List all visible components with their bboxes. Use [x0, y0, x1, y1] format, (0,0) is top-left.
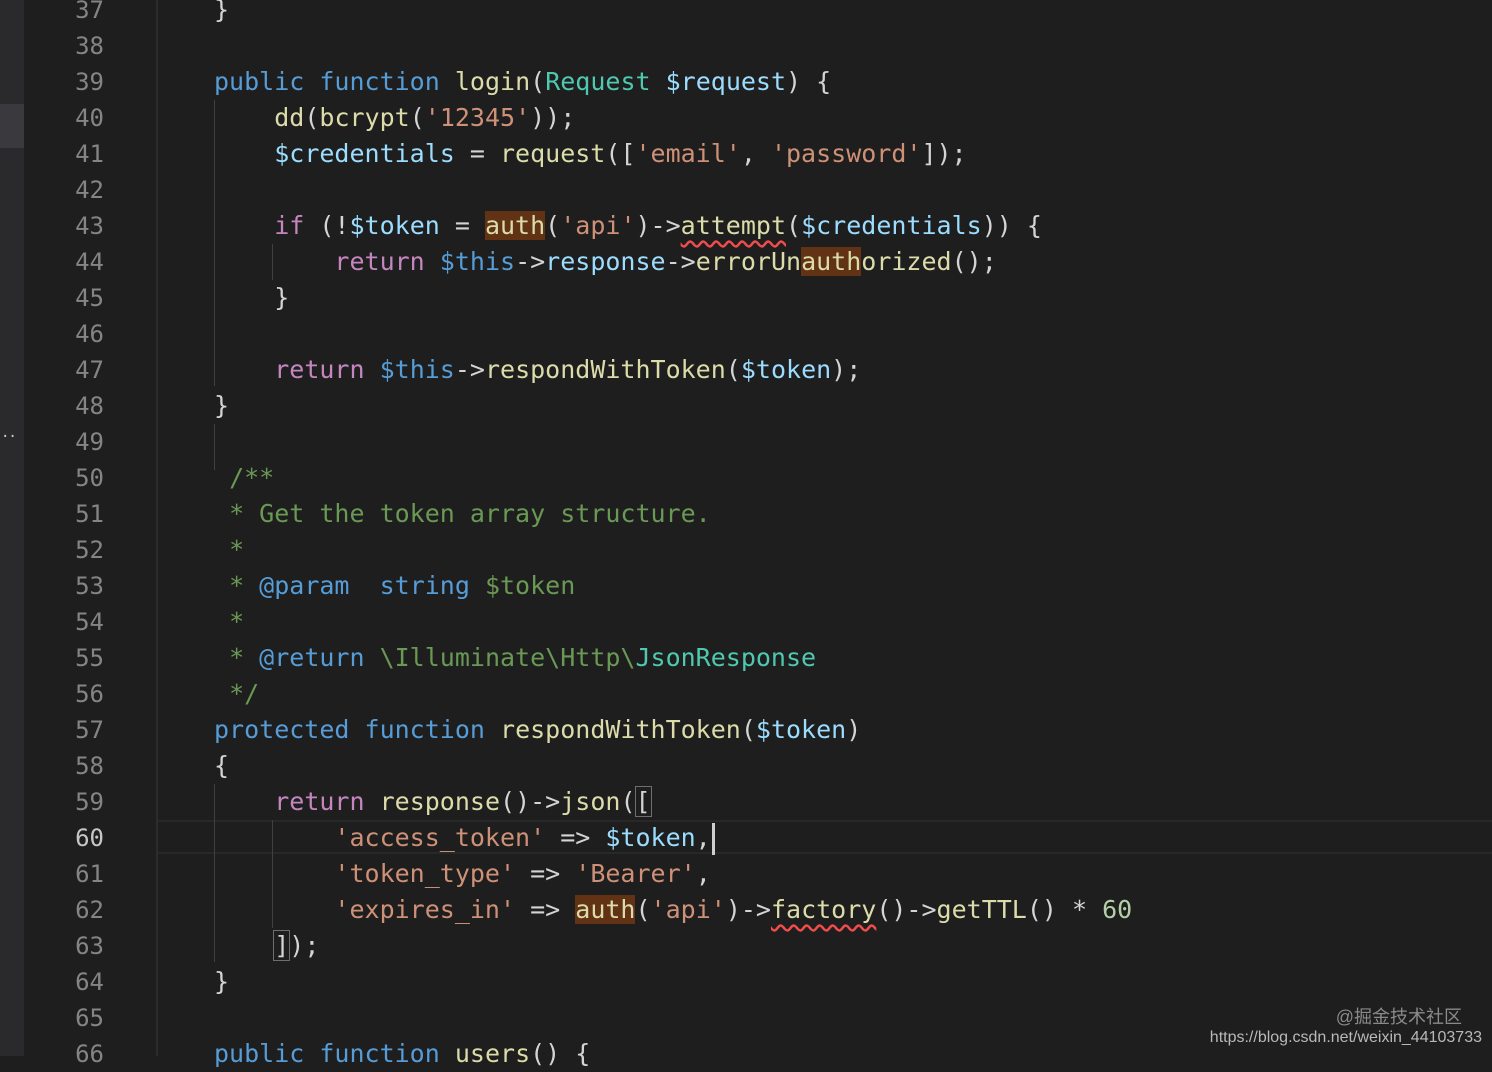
- line-number: 50: [75, 464, 104, 492]
- line-number: 57: [75, 716, 104, 744]
- code-line-48: }: [214, 391, 230, 420]
- text-cursor: [711, 823, 715, 855]
- word-highlight: auth: [484, 211, 546, 240]
- activity-bar: ··: [0, 0, 24, 1056]
- gutter-separator: [156, 0, 158, 1056]
- code-line-56: */: [229, 679, 260, 708]
- code-line-55: * @return \Illuminate\Http\JsonResponse: [229, 643, 817, 672]
- code-line-51: * Get the token array structure.: [229, 499, 711, 528]
- line-number: 65: [75, 1004, 104, 1032]
- line-number: 40: [75, 104, 104, 132]
- line-number: 66: [75, 1040, 104, 1068]
- line-number: 46: [75, 320, 104, 348]
- line-number: 59: [75, 788, 104, 816]
- line-number: 38: [75, 32, 104, 60]
- code-line-37: }: [214, 0, 230, 24]
- code-line-54: *: [229, 607, 245, 636]
- code-line-41: $credentials = request(['email', 'passwo…: [274, 139, 967, 168]
- code-editor[interactable]: } public function login(Request $request…: [214, 0, 1492, 1072]
- code-line-53: * @param string $token: [229, 571, 576, 600]
- error-squiggle: factory: [770, 895, 877, 924]
- line-number: 47: [75, 356, 104, 384]
- code-line-52: *: [229, 535, 245, 564]
- line-number: 41: [75, 140, 104, 168]
- line-number: 44: [75, 248, 104, 276]
- code-line-63: ]);: [273, 930, 320, 961]
- line-number: 53: [75, 572, 104, 600]
- line-number: 49: [75, 428, 104, 456]
- code-line-43: if (!$token = auth('api')->attempt($cred…: [274, 211, 1042, 240]
- line-number: 48: [75, 392, 104, 420]
- line-number: 37: [75, 0, 104, 24]
- code-line-39: public function login(Request $request) …: [214, 67, 832, 96]
- line-number: 58: [75, 752, 104, 780]
- line-number: 54: [75, 608, 104, 636]
- word-highlight: auth: [801, 247, 862, 276]
- line-numbers: 37 38 39 40 41 42 43 44 45 46 47 48 49 50 51 52 53 54 55 56…: [24, 0, 104, 1072]
- activity-bar-selected-item[interactable]: [0, 104, 24, 148]
- line-number: 52: [75, 536, 104, 564]
- code-line-60: 'access_token' => $token,: [214, 820, 1492, 856]
- more-icon[interactable]: ··: [1, 430, 17, 444]
- watermark: @掘金技术社区 https://blog.csdn.net/weixin_441…: [1210, 1006, 1482, 1048]
- line-number: 55: [75, 644, 104, 672]
- line-number: 56: [75, 680, 104, 708]
- code-line-64: }: [214, 967, 230, 996]
- code-line-50: /**: [229, 463, 275, 492]
- line-number: 39: [75, 68, 104, 96]
- code-line-58: {: [214, 751, 230, 780]
- line-number: 60: [75, 824, 104, 852]
- watermark-url: https://blog.csdn.net/weixin_44103733: [1209, 1029, 1482, 1046]
- word-highlight: auth: [575, 895, 636, 924]
- bracket-match: [: [634, 786, 652, 817]
- bracket-match: ]: [273, 930, 291, 961]
- line-number: 45: [75, 284, 104, 312]
- line-number: 61: [75, 860, 104, 888]
- code-line-45: }: [274, 283, 290, 312]
- code-line-62: 'expires_in' => auth('api')->factory()->…: [334, 895, 1133, 924]
- line-number: 63: [75, 932, 104, 960]
- line-number: 42: [75, 176, 104, 204]
- code-line-44: return $this->response->errorUnauthorize…: [334, 247, 997, 276]
- line-number: 64: [75, 968, 104, 996]
- code-line-40: dd(bcrypt('12345'));: [274, 103, 576, 132]
- error-squiggle: attempt: [680, 211, 787, 240]
- line-number: 62: [75, 896, 104, 924]
- line-number: 43: [75, 212, 104, 240]
- line-number: 51: [75, 500, 104, 528]
- code-line-47: return $this->respondWithToken($token);: [274, 355, 862, 384]
- code-line-57: protected function respondWithToken($tok…: [214, 715, 862, 744]
- watermark-juejin: @掘金技术社区: [1335, 1007, 1462, 1027]
- code-line-61: 'token_type' => 'Bearer',: [334, 859, 711, 888]
- code-line-59: return response()->json([: [274, 786, 652, 817]
